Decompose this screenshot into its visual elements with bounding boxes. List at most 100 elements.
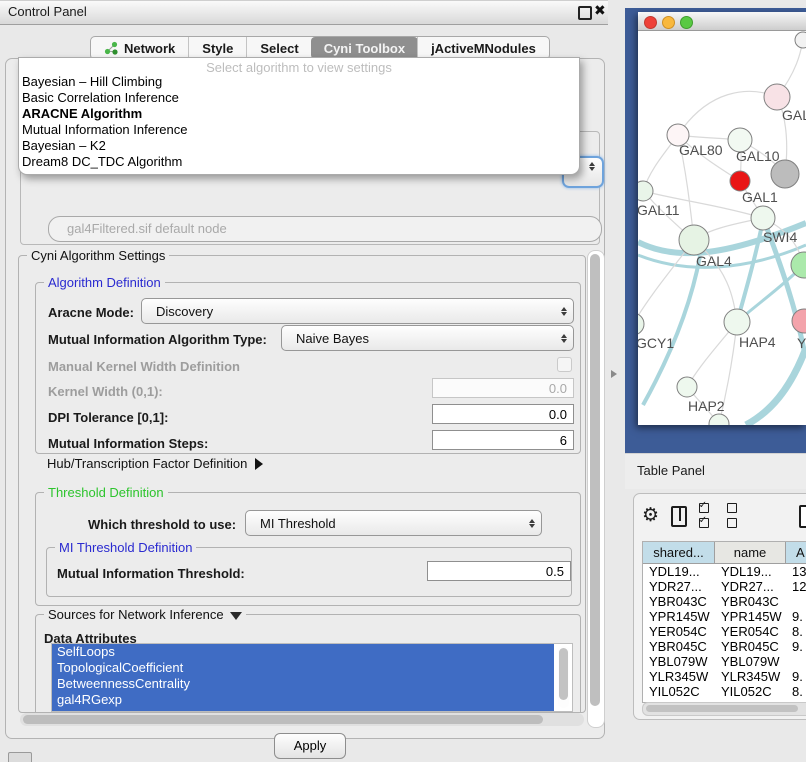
node-label: HAP4 — [739, 334, 776, 350]
mi-steps-input[interactable] — [432, 430, 574, 450]
settings-horizontal-scrollbar[interactable] — [20, 713, 584, 726]
node-label: HAP2 — [688, 398, 725, 414]
collapse-down-icon — [230, 612, 242, 620]
settings-vertical-scrollbar[interactable] — [587, 250, 605, 728]
dpi-tolerance-label: DPI Tolerance [0,1]: — [48, 410, 168, 425]
list-item[interactable]: TopologicalCoefficient — [52, 660, 554, 676]
table-row[interactable]: YER054CYER054C8. — [643, 624, 806, 639]
dropdown-item[interactable]: Bayesian – K2 — [19, 138, 579, 154]
node-label: GCY1 — [638, 335, 674, 351]
column-header[interactable]: A — [786, 542, 806, 563]
list-item[interactable]: SelfLoops — [52, 644, 554, 660]
mi-threshold-input[interactable] — [427, 561, 571, 581]
minimize-traffic-light-icon[interactable] — [662, 16, 675, 29]
tab-style[interactable]: Style — [188, 37, 246, 59]
network-canvas[interactable]: GAL GAL80 GAL10 GAL1 GAL11 SWI4 GAL4 GCY… — [638, 30, 806, 425]
table-panel-header: Table Panel — [625, 453, 806, 489]
table-panel: ⚙ shared... name A YDL19...YDL19...13 YD… — [633, 493, 806, 720]
network-combobox[interactable]: gal4Filtered.sif default node — [48, 216, 602, 242]
table-row[interactable]: YDL19...YDL19...13 — [643, 564, 806, 579]
mi-threshold-group: MI Threshold Definition Mutual Informati… — [46, 547, 572, 597]
algorithm-dropdown-popup: Select algorithm to view settings Bayesi… — [18, 57, 580, 175]
sources-title[interactable]: Sources for Network Inference — [44, 607, 246, 622]
hub-definition-expander[interactable]: Hub/Transcription Factor Definition — [47, 456, 263, 471]
apply-button[interactable]: Apply — [274, 733, 346, 759]
zoom-traffic-light-icon[interactable] — [680, 16, 693, 29]
node-label: Y — [797, 335, 806, 351]
table-row[interactable]: YPR145WYPR145W9. — [643, 609, 806, 624]
list-item[interactable]: BetweennessCentrality — [52, 676, 554, 692]
node-label: GAL — [782, 107, 806, 123]
network-window[interactable]: GAL GAL80 GAL10 GAL1 GAL11 SWI4 GAL4 GCY… — [638, 12, 806, 425]
list-scrollbar[interactable] — [558, 646, 569, 708]
node-hap2 — [677, 377, 697, 397]
mi-threshold-label: Mutual Information Threshold: — [57, 566, 245, 581]
deselect-all-icon[interactable] — [727, 501, 743, 531]
algorithm-definition-title: Algorithm Definition — [44, 275, 165, 290]
function-builder-icon[interactable] — [799, 505, 806, 528]
tab-cyni-toolbox[interactable]: Cyni Toolbox — [311, 37, 418, 59]
table-horizontal-scrollbar[interactable] — [642, 702, 806, 716]
node-label: GAL4 — [696, 253, 732, 269]
kernel-width-label: Kernel Width (0,1): — [48, 384, 163, 399]
node-table: shared... name A YDL19...YDL19...13 YDR2… — [642, 541, 806, 703]
manual-kernel-label: Manual Kernel Width Definition — [48, 359, 240, 374]
float-window-icon[interactable] — [578, 6, 592, 20]
threshold-definition-group: Threshold Definition Which threshold to … — [35, 492, 581, 606]
table-row[interactable]: YBR045CYBR045C9. — [643, 639, 806, 654]
column-header[interactable]: name — [715, 542, 786, 563]
dropdown-item[interactable]: Basic Correlation Inference — [19, 90, 579, 106]
close-icon[interactable]: ✖ — [594, 2, 606, 19]
node-gal11 — [638, 181, 653, 201]
kernel-width-input[interactable] — [432, 378, 574, 398]
node-selected-red — [730, 171, 750, 191]
column-header[interactable]: shared... — [643, 542, 715, 563]
node-label: SWI4 — [763, 229, 797, 245]
cyni-algorithm-settings-group: Cyni Algorithm Settings Algorithm Defini… — [18, 255, 586, 713]
table-row[interactable]: YIL052CYIL052C8. — [643, 684, 806, 699]
table-row[interactable]: YBR043CYBR043C — [643, 594, 806, 609]
app-screen: Control Panel ✖ Network Style Select Cyn… — [0, 0, 806, 762]
aracne-mode-combobox[interactable]: Discovery — [141, 298, 574, 324]
dpi-tolerance-input[interactable] — [432, 404, 574, 424]
tab-jactivemnodules[interactable]: jActiveMNodules — [417, 37, 549, 59]
table-header-row: shared... name A — [643, 542, 806, 564]
splitter-arrow-icon[interactable] — [611, 370, 617, 378]
table-row[interactable]: YLR345WYLR345W9. — [643, 669, 806, 684]
manual-kernel-checkbox[interactable] — [557, 357, 572, 372]
node — [795, 32, 806, 48]
which-threshold-combobox[interactable]: MI Threshold — [245, 510, 542, 536]
node-swi4 — [751, 206, 775, 230]
list-item[interactable]: gal4RGexp — [52, 692, 554, 708]
table-toolbar: ⚙ — [642, 504, 806, 528]
table-panel-title: Table Panel — [637, 463, 705, 478]
dropdown-item[interactable]: Bayesian – Hill Climbing — [19, 74, 579, 90]
dropdown-item-selected[interactable]: ARACNE Algorithm — [19, 106, 579, 122]
combo-stepper-icon — [523, 519, 541, 528]
mi-type-combobox[interactable]: Naive Bayes — [281, 325, 574, 351]
table-row[interactable]: YBL079WYBL079W — [643, 654, 806, 669]
tab-select[interactable]: Select — [246, 37, 311, 59]
dropdown-placeholder: Select algorithm to view settings — [19, 58, 579, 74]
dropdown-item[interactable]: Dream8 DC_TDC Algorithm — [19, 154, 579, 170]
network-graph — [638, 30, 806, 425]
tab-network[interactable]: Network — [91, 37, 188, 59]
columns-icon[interactable] — [671, 506, 687, 527]
close-traffic-light-icon[interactable] — [644, 16, 657, 29]
mi-steps-label: Mutual Information Steps: — [48, 436, 208, 451]
node-gcy1 — [638, 313, 644, 335]
select-all-icon[interactable] — [699, 501, 715, 531]
minimized-panel-icon[interactable] — [8, 752, 32, 762]
dropdown-item[interactable]: Mutual Information Inference — [19, 122, 579, 138]
list-item-partial[interactable] — [52, 708, 554, 712]
combo-stepper-icon — [555, 334, 573, 343]
gear-icon[interactable]: ⚙ — [642, 506, 659, 526]
data-attributes-list[interactable]: SelfLoops TopologicalCoefficient Between… — [51, 643, 573, 712]
combo-stepper-icon — [555, 307, 573, 316]
threshold-definition-title: Threshold Definition — [44, 485, 168, 500]
mi-type-label: Mutual Information Algorithm Type: — [48, 332, 267, 347]
table-row[interactable]: YDR27...YDR27...12 — [643, 579, 806, 594]
network-tab-icon — [104, 41, 118, 55]
control-panel-titlebar: Control Panel ✖ — [0, 0, 608, 25]
network-window-titlebar[interactable] — [638, 12, 806, 31]
